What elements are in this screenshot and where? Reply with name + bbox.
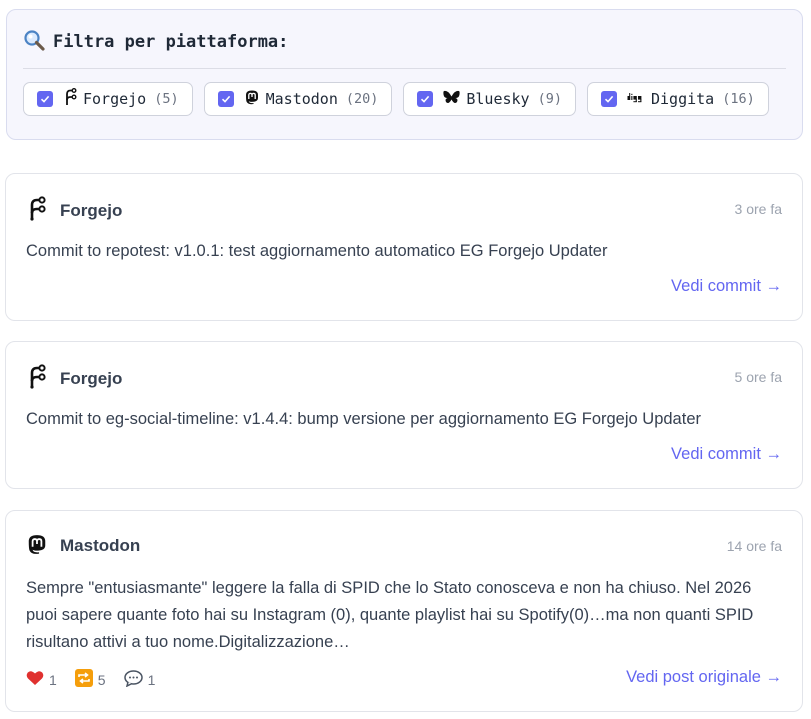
- post-header: Forgejo: [26, 364, 122, 394]
- filter-chip-count: (5): [154, 91, 179, 107]
- post-time: 5 ore fa: [734, 369, 782, 385]
- filter-chip-label: Mastodon: [265, 90, 338, 108]
- post-time: 3 ore fa: [734, 201, 782, 217]
- checkbox-bluesky[interactable]: [417, 91, 434, 107]
- view-original-post-link[interactable]: Vedi post originale →: [626, 668, 782, 687]
- filter-chip-label: Bluesky: [466, 90, 530, 108]
- post-header: Forgejo: [26, 196, 122, 226]
- magnifier-icon: [23, 29, 45, 56]
- post-card: Mastodon 14 ore fa Sempre "entusiasmante…: [5, 510, 803, 712]
- checkbox-forgejo[interactable]: [37, 91, 53, 107]
- likes-stat[interactable]: 1: [26, 670, 57, 689]
- butterfly-icon: [443, 90, 460, 109]
- post-content: Commit to eg-social-timeline: v1.4.4: bu…: [26, 410, 701, 428]
- speech-bubble-icon: [123, 669, 143, 690]
- platform-name: Forgejo: [60, 201, 123, 220]
- filter-chip-count: (20): [345, 91, 379, 107]
- platform-filter-panel: Filtra per piattaforma: Forgejo (5) Mast…: [6, 9, 803, 140]
- filter-chip-mastodon[interactable]: Mastodon (20): [203, 82, 393, 116]
- filter-chip-label: Forgejo: [83, 90, 147, 108]
- repeat-icon: [74, 669, 93, 690]
- platform-name: Forgejo: [60, 369, 123, 388]
- post-header: Mastodon: [26, 533, 140, 559]
- filter-title: Filtra per piattaforma:: [23, 29, 289, 56]
- checkbox-diggita[interactable]: [600, 91, 617, 107]
- replies-count: 1: [147, 671, 156, 688]
- view-commit-link[interactable]: Vedi commit →: [671, 445, 782, 464]
- post-content: Sempre "entusiasmante" leggere la falla …: [26, 579, 754, 651]
- forgejo-icon: [26, 196, 48, 226]
- filter-chip-count: (16): [722, 91, 755, 107]
- post-content: Commit to repotest: v1.0.1: test aggiorn…: [26, 242, 608, 260]
- filter-chip-bluesky[interactable]: Bluesky (9): [403, 82, 576, 116]
- filter-chips: Forgejo (5) Mastodon (20) Bluesky (9) Di…: [23, 82, 769, 116]
- post-time: 14 ore fa: [726, 538, 782, 554]
- view-commit-link[interactable]: Vedi commit →: [671, 277, 782, 296]
- filter-chip-diggita[interactable]: Diggita (16): [586, 82, 769, 116]
- filter-divider: [23, 68, 786, 69]
- replies-stat[interactable]: 1: [123, 669, 156, 690]
- forgejo-icon: [26, 364, 48, 394]
- post-card: Forgejo 5 ore fa Commit to eg-social-tim…: [5, 341, 803, 489]
- boosts-stat[interactable]: 5: [74, 669, 106, 690]
- post-card: Forgejo 3 ore fa Commit to repotest: v1.…: [5, 173, 803, 321]
- post-stats: 1 5 1: [26, 669, 155, 690]
- mastodon-icon: [26, 533, 48, 559]
- boosts-count: 5: [97, 671, 106, 688]
- likes-count: 1: [49, 671, 57, 688]
- digg-logo-icon: [627, 90, 645, 108]
- filter-title-text: Filtra per piattaforma:: [53, 32, 289, 52]
- mastodon-icon: [244, 89, 260, 109]
- forgejo-icon: [63, 88, 77, 110]
- filter-chip-label: Diggita: [650, 90, 715, 108]
- heart-icon: [26, 670, 44, 689]
- checkbox-mastodon[interactable]: [217, 91, 234, 107]
- filter-chip-count: (9): [537, 91, 562, 107]
- platform-name: Mastodon: [60, 536, 141, 555]
- filter-chip-forgejo[interactable]: Forgejo (5): [23, 82, 193, 116]
